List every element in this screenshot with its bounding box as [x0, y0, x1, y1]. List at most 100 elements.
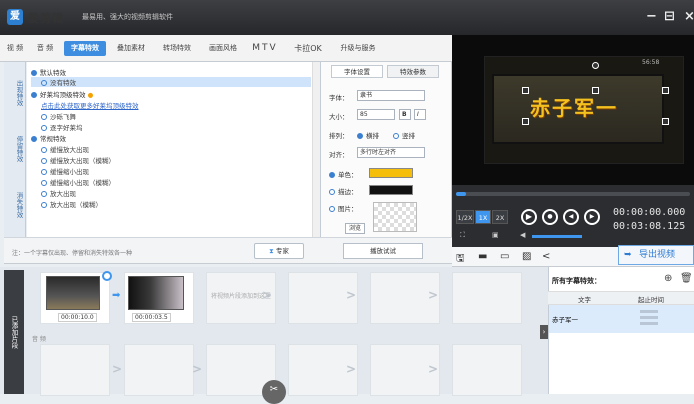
effect-item[interactable]: 缓慢缩小出现 — [41, 166, 89, 176]
minimize-button[interactable]: − — [646, 9, 657, 24]
radio-icon — [41, 202, 47, 208]
effect-item[interactable]: 沙砾飞舞 — [41, 111, 76, 121]
effect-item[interactable]: 放大出现 — [41, 188, 76, 198]
app-subtitle: 最易用、强大的视频剪辑软件 — [82, 13, 173, 21]
tab-effect-params[interactable]: 特效参数 — [387, 65, 439, 78]
audio-track-label: 音 频 — [32, 336, 46, 343]
col-time: 起止时间 — [638, 296, 664, 304]
sidebar-tab-disappear[interactable]: 消失特效 — [7, 180, 23, 230]
effect-category-sidebar: 出现特效 停留特效 消失特效 — [4, 62, 26, 237]
resize-handle[interactable] — [592, 87, 599, 94]
align-select[interactable]: 多行时左对齐 — [357, 147, 425, 158]
browse-button[interactable]: 浏览 — [345, 223, 365, 234]
tab-style[interactable]: 画面风格 — [202, 41, 244, 56]
tab-mtv[interactable]: MTV — [248, 41, 282, 56]
empty-slot[interactable] — [452, 272, 522, 324]
export-video-button[interactable]: ➥ 导出视频 — [618, 245, 694, 265]
layout-horizontal-radio[interactable]: 横排 — [357, 130, 379, 140]
delete-icon[interactable]: 🗑 — [680, 273, 693, 284]
font-label: 字体： — [329, 94, 349, 102]
snapshot-icon[interactable]: ▣ — [492, 231, 499, 239]
prev-frame-icon[interactable]: ◀ — [563, 209, 579, 225]
speed-half[interactable]: 1/2X — [456, 210, 474, 224]
clip-thumbnail-1[interactable] — [46, 276, 100, 310]
timeline-side-tab[interactable]: 已添加片段 — [4, 270, 24, 394]
volume-icon[interactable]: ◀ — [520, 231, 525, 239]
app-name: 爱剪辑 — [28, 12, 64, 25]
effect-group-default[interactable]: 默认特效 — [31, 67, 66, 77]
tab-subtitle-effects[interactable]: 字幕特效 — [64, 41, 106, 56]
empty-slot[interactable] — [40, 344, 110, 396]
resize-handle[interactable] — [662, 87, 669, 94]
play-try-button[interactable]: 播放试试 — [343, 243, 423, 259]
folder-icon[interactable]: ▬ — [478, 251, 487, 262]
font-settings-panel: 字体设置 特效参数 字体： 隶书 大小： 85 B I 排列： 横排 竖排 对齐… — [321, 62, 452, 237]
col-text: 文字 — [578, 296, 591, 304]
fullscreen-icon[interactable]: ⛶ — [460, 231, 465, 240]
speed-2x[interactable]: 2X — [492, 210, 508, 224]
next-frame-icon[interactable]: ▶ — [584, 209, 600, 225]
restore-button[interactable]: ⊟ — [664, 9, 675, 24]
arrow-icon: > — [262, 288, 273, 302]
effect-item[interactable]: 缓慢放大出现（模糊） — [41, 155, 115, 165]
progress-bar[interactable] — [456, 192, 690, 196]
effect-item[interactable]: 缓慢缩小出现（模糊） — [41, 177, 115, 187]
effects-scrollbar[interactable] — [312, 62, 320, 237]
tab-karaoke[interactable]: 卡拉OK — [288, 41, 328, 56]
single-color-radio[interactable]: 单色： — [329, 169, 358, 179]
empty-slot[interactable] — [124, 344, 194, 396]
arrow-icon: > — [192, 362, 203, 376]
close-button[interactable]: × — [684, 9, 694, 24]
hourglass-icon: ⧗ — [269, 247, 276, 255]
effect-item[interactable]: 缓慢放大出现 — [41, 144, 89, 154]
add-icon[interactable]: ⊕ — [664, 273, 672, 284]
italic-button[interactable]: I — [414, 109, 426, 120]
effect-item[interactable]: 逐字好莱坞 — [41, 122, 83, 132]
font-select[interactable]: 隶书 — [357, 90, 425, 101]
collapse-panel-icon[interactable]: › — [540, 325, 548, 339]
stop-icon[interactable]: ● — [542, 209, 558, 225]
arrow-icon: > — [112, 362, 123, 376]
play-icon[interactable]: ▶ — [521, 209, 537, 225]
effect-group-hollywood[interactable]: 好莱坞顶级特效 ● — [31, 89, 93, 99]
time-bar — [640, 316, 658, 319]
window-icon[interactable]: ▭ — [500, 251, 509, 262]
clip-thumbnail-2[interactable] — [128, 276, 184, 310]
stroke-color-radio[interactable]: 描边： — [329, 186, 358, 196]
bold-button[interactable]: B — [399, 109, 411, 120]
subtitle-text[interactable]: 赤子军一 — [530, 92, 618, 121]
image-icon[interactable]: ▨ — [522, 251, 531, 262]
expert-button[interactable]: ⧗ 专家 — [254, 243, 304, 259]
effect-item-none[interactable]: 没有特效 — [31, 77, 311, 87]
check-icon — [41, 80, 47, 86]
speed-1x[interactable]: 1X — [475, 210, 491, 224]
effect-item[interactable]: 放大出现（模糊） — [41, 199, 102, 209]
resize-handle[interactable] — [522, 118, 529, 125]
rotate-handle[interactable] — [592, 62, 599, 69]
scissors-icon[interactable]: ✂ — [262, 380, 286, 404]
stroke-color-swatch[interactable] — [369, 185, 413, 195]
tab-video[interactable]: 视 频 — [4, 41, 26, 56]
tab-font-settings[interactable]: 字体设置 — [331, 65, 383, 78]
size-select[interactable]: 85 — [357, 109, 395, 120]
arrow-icon: > — [346, 288, 357, 302]
sidebar-tab-appear[interactable]: 出现特效 — [7, 68, 23, 118]
tab-overlay[interactable]: 叠加素材 — [110, 41, 152, 56]
volume-slider[interactable] — [532, 235, 582, 238]
effect-group-regular[interactable]: 常规特效 — [31, 133, 66, 143]
more-effects-link[interactable]: 点击此处获取更多好莱坞顶级特效 — [41, 100, 139, 110]
resize-handle[interactable] — [662, 118, 669, 125]
tab-audio[interactable]: 音 频 — [34, 41, 56, 56]
save-icon[interactable]: 🖫 — [456, 251, 465, 268]
subtitle-row-text: 赤子军一 — [552, 316, 578, 324]
single-color-swatch[interactable] — [369, 168, 413, 178]
image-radio[interactable]: 图片： — [329, 203, 358, 213]
empty-slot[interactable] — [452, 344, 522, 396]
tab-transition[interactable]: 转场特效 — [156, 41, 198, 56]
layout-vertical-radio[interactable]: 竖排 — [393, 130, 415, 140]
tab-upgrade[interactable]: 升级与服务 — [334, 41, 382, 56]
resize-handle[interactable] — [522, 87, 529, 94]
sidebar-tab-stay[interactable]: 停留特效 — [7, 124, 23, 174]
time-bar — [640, 322, 658, 325]
share-icon[interactable]: < — [542, 251, 550, 262]
